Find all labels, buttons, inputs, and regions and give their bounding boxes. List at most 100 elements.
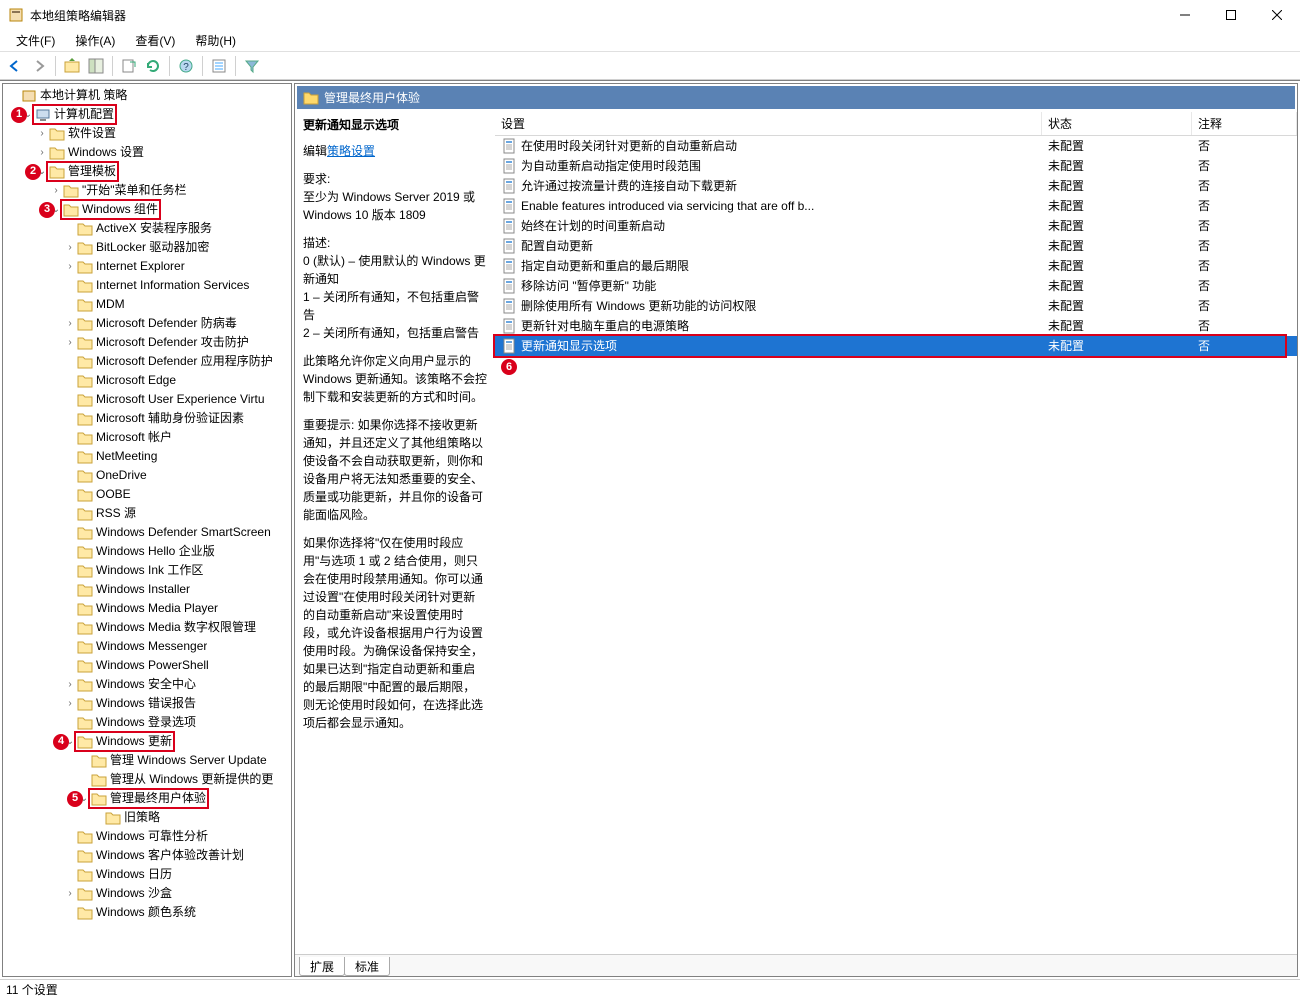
help-button[interactable]: ? <box>175 55 197 77</box>
tree-item[interactable]: ActiveX 安装程序服务 <box>3 219 291 238</box>
tree-item[interactable]: Windows PowerShell <box>3 656 291 675</box>
forward-button[interactable] <box>28 55 50 77</box>
tree-item[interactable]: OneDrive <box>3 466 291 485</box>
menu-file[interactable]: 文件(F) <box>6 30 65 51</box>
up-button[interactable] <box>61 55 83 77</box>
tree-item[interactable]: Microsoft User Experience Virtu <box>3 390 291 409</box>
tab-extended[interactable]: 扩展 <box>299 957 345 976</box>
tree-item[interactable]: Windows Messenger <box>3 637 291 656</box>
tree-item[interactable]: Microsoft 辅助身份验证因素 <box>3 409 291 428</box>
col-note[interactable]: 注释 <box>1192 112 1297 135</box>
tree-item[interactable]: ⌄Windows 更新 <box>3 732 291 751</box>
chevron-right-icon[interactable]: › <box>35 146 49 160</box>
tree-label: Windows 组件 <box>82 200 158 219</box>
setting-note: 否 <box>1192 197 1297 215</box>
minimize-button[interactable] <box>1162 0 1208 30</box>
list-row[interactable]: 始终在计划的时间重新启动未配置否 <box>495 216 1297 236</box>
chevron-right-icon[interactable]: › <box>63 887 77 901</box>
maximize-button[interactable] <box>1208 0 1254 30</box>
tree-item[interactable]: ›Windows 沙盒 <box>3 884 291 903</box>
tree-item[interactable]: ›Microsoft Defender 攻击防护 <box>3 333 291 352</box>
menu-view[interactable]: 查看(V) <box>125 30 185 51</box>
back-button[interactable] <box>4 55 26 77</box>
tree-item[interactable]: Windows Media 数字权限管理 <box>3 618 291 637</box>
properties-button[interactable] <box>208 55 230 77</box>
policy-settings-link[interactable]: 策略设置 <box>327 144 375 158</box>
tree-item[interactable]: Windows Media Player <box>3 599 291 618</box>
col-setting[interactable]: 设置 <box>495 112 1042 135</box>
tree-item[interactable]: RSS 源 <box>3 504 291 523</box>
chevron-right-icon[interactable]: › <box>63 697 77 711</box>
tree-item[interactable]: Microsoft Edge <box>3 371 291 390</box>
tree-item[interactable]: Microsoft 帐户 <box>3 428 291 447</box>
tree-item[interactable]: NetMeeting <box>3 447 291 466</box>
tree-item[interactable]: Internet Information Services <box>3 276 291 295</box>
expander-blank <box>77 773 91 787</box>
col-state[interactable]: 状态 <box>1042 112 1192 135</box>
expander-blank <box>63 412 77 426</box>
tree-item[interactable]: Windows 颜色系统 <box>3 903 291 922</box>
chevron-right-icon[interactable]: › <box>63 678 77 692</box>
tree-item[interactable]: Microsoft Defender 应用程序防护 <box>3 352 291 371</box>
policy-icon <box>501 318 517 334</box>
list-row[interactable]: 更新通知显示选项未配置否 <box>495 336 1297 356</box>
policy-icon <box>501 178 517 194</box>
list-row[interactable]: 配置自动更新未配置否 <box>495 236 1297 256</box>
chevron-right-icon[interactable]: › <box>63 241 77 255</box>
list-row[interactable]: 指定自动更新和重启的最后期限未配置否 <box>495 256 1297 276</box>
tree-item[interactable]: Windows Installer <box>3 580 291 599</box>
list-row[interactable]: 为自动重新启动指定使用时段范围未配置否 <box>495 156 1297 176</box>
tree-item[interactable]: ⌄管理最终用户体验 <box>3 789 291 808</box>
tree-item[interactable]: 旧策略 <box>3 808 291 827</box>
tab-standard[interactable]: 标准 <box>344 957 390 976</box>
folder-icon <box>77 506 93 522</box>
menu-help[interactable]: 帮助(H) <box>185 30 246 51</box>
tree-item[interactable]: ›Windows 设置 <box>3 143 291 162</box>
filter-button[interactable] <box>241 55 263 77</box>
refresh-button[interactable] <box>142 55 164 77</box>
list-row[interactable]: 删除使用所有 Windows 更新功能的访问权限未配置否 <box>495 296 1297 316</box>
tree-item[interactable]: ⌄计算机配置 <box>3 105 291 124</box>
menu-action[interactable]: 操作(A) <box>65 30 125 51</box>
tree-item[interactable]: ›Windows 错误报告 <box>3 694 291 713</box>
expander-icon[interactable] <box>7 89 21 103</box>
tree-item[interactable]: ›Windows 安全中心 <box>3 675 291 694</box>
annotation-marker: 3 <box>39 202 55 218</box>
list-row[interactable]: 允许通过按流量计费的连接自动下载更新未配置否 <box>495 176 1297 196</box>
list-row[interactable]: 在使用时段关闭针对更新的自动重新启动未配置否 <box>495 136 1297 156</box>
export-button[interactable] <box>118 55 140 77</box>
show-hide-button[interactable] <box>85 55 107 77</box>
tree-item[interactable]: Windows Hello 企业版 <box>3 542 291 561</box>
tree-item[interactable]: 管理 Windows Server Update <box>3 751 291 770</box>
tree-item[interactable]: ›BitLocker 驱动器加密 <box>3 238 291 257</box>
list-row[interactable]: 移除访问 "暂停更新" 功能未配置否 <box>495 276 1297 296</box>
tree-item[interactable]: ›Internet Explorer <box>3 257 291 276</box>
chevron-right-icon[interactable]: › <box>63 317 77 331</box>
tree-item[interactable]: Windows Defender SmartScreen <box>3 523 291 542</box>
list-row[interactable]: Enable features introduced via servicing… <box>495 196 1297 216</box>
folder-icon <box>77 411 93 427</box>
tree-item[interactable]: Windows 可靠性分析 <box>3 827 291 846</box>
close-button[interactable] <box>1254 0 1300 30</box>
tree-item[interactable]: Windows 客户体验改善计划 <box>3 846 291 865</box>
tree-item[interactable]: ›"开始"菜单和任务栏 <box>3 181 291 200</box>
tree-item[interactable]: ⌄管理模板 <box>3 162 291 181</box>
expander-blank <box>63 564 77 578</box>
tree-item[interactable]: Windows Ink 工作区 <box>3 561 291 580</box>
chevron-right-icon[interactable]: › <box>35 127 49 141</box>
tree-item[interactable]: OOBE <box>3 485 291 504</box>
chevron-right-icon[interactable]: › <box>63 260 77 274</box>
tree-item[interactable]: Windows 登录选项 <box>3 713 291 732</box>
tree-item[interactable]: MDM <box>3 295 291 314</box>
expander-blank <box>63 583 77 597</box>
chevron-right-icon[interactable]: › <box>63 336 77 350</box>
list-row[interactable]: 更新针对电脑车重启的电源策略未配置否 <box>495 316 1297 336</box>
expander-blank <box>63 374 77 388</box>
tree-item[interactable]: ›软件设置 <box>3 124 291 143</box>
tree-item[interactable]: ›Microsoft Defender 防病毒 <box>3 314 291 333</box>
tree-item[interactable]: Windows 日历 <box>3 865 291 884</box>
tree-item[interactable]: 管理从 Windows 更新提供的更 <box>3 770 291 789</box>
setting-state: 未配置 <box>1042 237 1192 255</box>
chevron-right-icon[interactable]: › <box>49 184 63 198</box>
tree-root[interactable]: 本地计算机 策略 <box>3 86 291 105</box>
